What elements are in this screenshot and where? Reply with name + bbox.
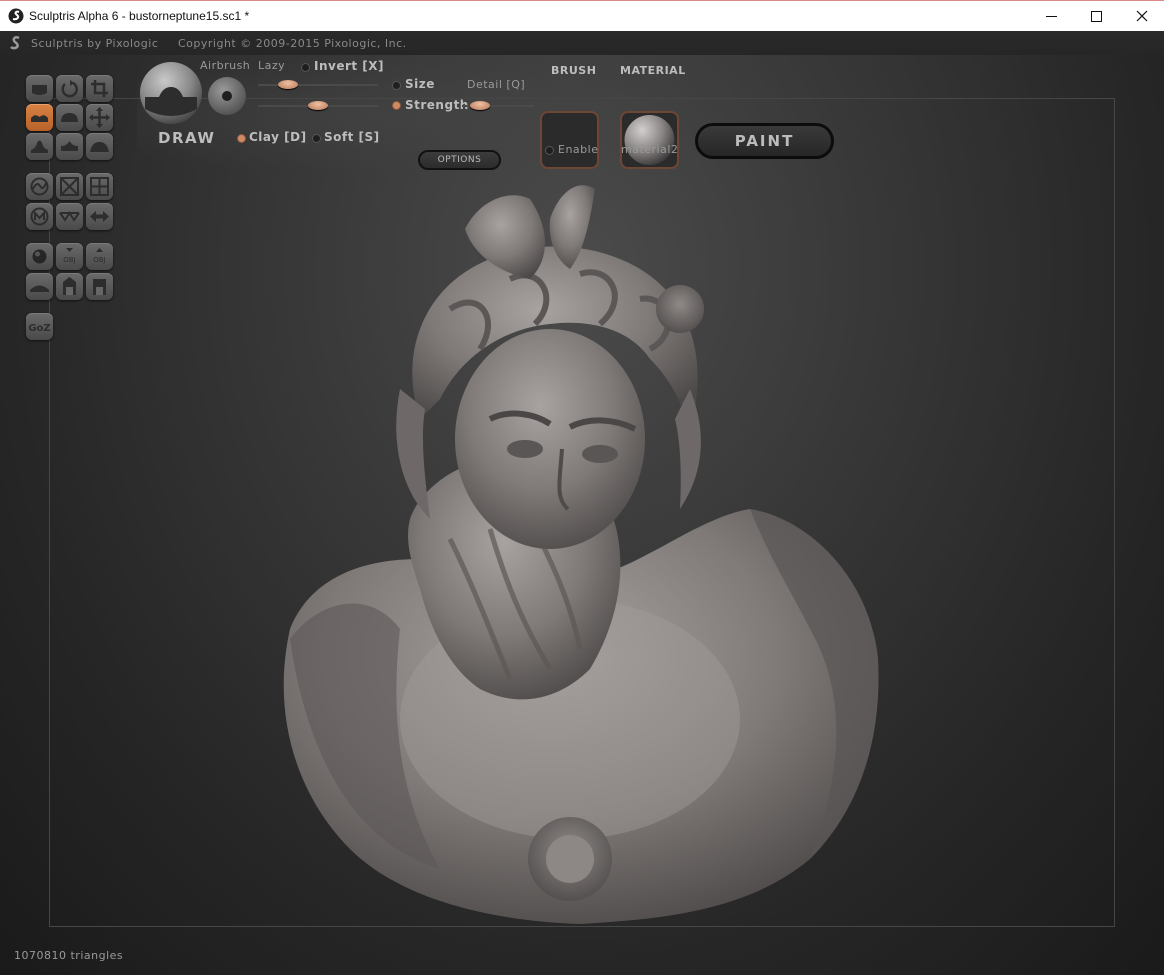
- size-slider-track[interactable]: [258, 84, 378, 86]
- reduce-selected-tool-button[interactable]: [56, 173, 83, 200]
- airbrush-label: Airbrush: [200, 59, 251, 72]
- soft-label[interactable]: Soft [S]: [324, 130, 380, 144]
- goz-icon: GoZ: [28, 323, 50, 334]
- export-obj-icon: OBJ: [93, 248, 106, 264]
- clay-label[interactable]: Clay [D]: [249, 130, 307, 144]
- import-obj-tool-button[interactable]: OBJ: [56, 243, 83, 270]
- flatten-icon: [31, 115, 48, 122]
- open-file-tool-button[interactable]: [56, 273, 83, 300]
- minimize-button[interactable]: [1029, 1, 1075, 31]
- pinch-icon: [31, 140, 48, 153]
- draw-brush-preview-icon[interactable]: [139, 61, 203, 125]
- reduce-brush-tool-button[interactable]: [26, 173, 53, 200]
- mask-icon: [30, 207, 49, 226]
- pixologic-logo-icon: [10, 36, 20, 50]
- new-sphere-tool-button[interactable]: [26, 243, 53, 270]
- close-icon: [1136, 10, 1148, 22]
- draw-icon: [32, 85, 47, 95]
- inflate-tool-button[interactable]: [56, 104, 83, 131]
- plane-icon: [30, 285, 49, 292]
- size-toggle[interactable]: [392, 81, 401, 90]
- reduce-brush-icon: [30, 177, 49, 196]
- symmetry-tool-button[interactable]: [86, 203, 113, 230]
- import-obj-label: OBJ: [63, 256, 75, 264]
- save-file-icon: [93, 279, 106, 295]
- tool-name: DRAW: [158, 129, 216, 147]
- export-obj-tool-button[interactable]: OBJ: [86, 243, 113, 270]
- save-file-tool-button[interactable]: [86, 273, 113, 300]
- crease-icon: [61, 141, 78, 151]
- maximize-icon: [1091, 11, 1102, 22]
- window-title-bar[interactable]: Sculptris Alpha 6 - bustorneptune15.sc1 …: [0, 0, 1164, 31]
- detail-slider-knob[interactable]: [469, 101, 490, 110]
- size-slider-knob[interactable]: [278, 80, 298, 89]
- export-obj-label: OBJ: [93, 256, 105, 264]
- subdivide-icon: [90, 177, 109, 196]
- open-file-icon: [63, 277, 76, 295]
- triangle-count: 1070810 triangles: [14, 949, 124, 962]
- airbrush-toggle-icon[interactable]: [207, 76, 247, 116]
- paint-button[interactable]: PAINT: [695, 123, 834, 159]
- symmetry-arrows-icon: [90, 211, 109, 222]
- material-slot[interactable]: [620, 111, 679, 169]
- sculptris-workspace[interactable]: Sculptris by Pixologic Copyright © 2009-…: [0, 31, 1164, 975]
- wireframe-icon: [59, 211, 80, 222]
- smooth-icon: [90, 142, 109, 152]
- material-header: MATERIAL: [620, 64, 686, 77]
- flatten-tool-button[interactable]: [26, 104, 53, 131]
- brush-header: BRUSH: [551, 64, 597, 77]
- goz-label: GoZ: [28, 323, 50, 334]
- size-label: Size: [405, 77, 435, 91]
- reduce-selected-icon: [60, 177, 79, 196]
- mask-tool-button[interactable]: [26, 203, 53, 230]
- window-title: Sculptris Alpha 6 - bustorneptune15.sc1 …: [29, 9, 250, 23]
- maximize-button[interactable]: [1074, 1, 1120, 31]
- strength-slider-knob[interactable]: [308, 101, 328, 110]
- strength-label: Strength: [405, 98, 469, 112]
- copyright-text: Copyright © 2009-2015 Pixologic, Inc.: [178, 37, 407, 50]
- grab-tool-button[interactable]: [86, 104, 113, 131]
- close-button[interactable]: [1119, 1, 1164, 31]
- new-plane-tool-button[interactable]: [26, 273, 53, 300]
- strength-toggle[interactable]: [392, 101, 401, 110]
- smooth-tool-button[interactable]: [86, 133, 113, 160]
- options-button[interactable]: OPTIONS: [418, 150, 501, 170]
- detail-label: Detail [Q]: [467, 78, 526, 91]
- soft-toggle[interactable]: [312, 134, 321, 143]
- crease-tool-button[interactable]: [56, 133, 83, 160]
- lazy-label: Lazy: [258, 59, 286, 72]
- material-sphere-icon: [624, 115, 675, 165]
- move-arrows-icon: [89, 107, 110, 128]
- crop-icon: [91, 80, 108, 97]
- rotate-tool-button[interactable]: [56, 75, 83, 102]
- pinch-tool-button[interactable]: [26, 133, 53, 160]
- invert-toggle[interactable]: [301, 63, 310, 72]
- rotate-icon: [61, 80, 78, 98]
- sculptris-app-icon: [8, 8, 24, 24]
- app-header: Sculptris by Pixologic Copyright © 2009-…: [0, 31, 1164, 55]
- draw-tool-button[interactable]: [26, 75, 53, 102]
- import-obj-icon: OBJ: [63, 248, 76, 264]
- app-credit: Sculptris by Pixologic: [31, 37, 159, 50]
- minimize-icon: [1046, 16, 1057, 17]
- brush-alpha-slot[interactable]: [540, 111, 599, 169]
- invert-label[interactable]: Invert [X]: [314, 59, 384, 73]
- material-name: material2: [621, 143, 679, 156]
- inflate-icon: [61, 113, 78, 122]
- wireframe-tool-button[interactable]: [56, 203, 83, 230]
- clay-toggle[interactable]: [237, 134, 246, 143]
- goz-tool-button[interactable]: GoZ: [26, 313, 53, 340]
- subdivide-tool-button[interactable]: [86, 173, 113, 200]
- neptune-bust-model[interactable]: [250, 159, 890, 949]
- brush-enable-label[interactable]: Enable: [558, 143, 598, 156]
- crop-tool-button[interactable]: [86, 75, 113, 102]
- brush-enable-toggle[interactable]: [545, 146, 554, 155]
- sphere-icon: [32, 249, 47, 264]
